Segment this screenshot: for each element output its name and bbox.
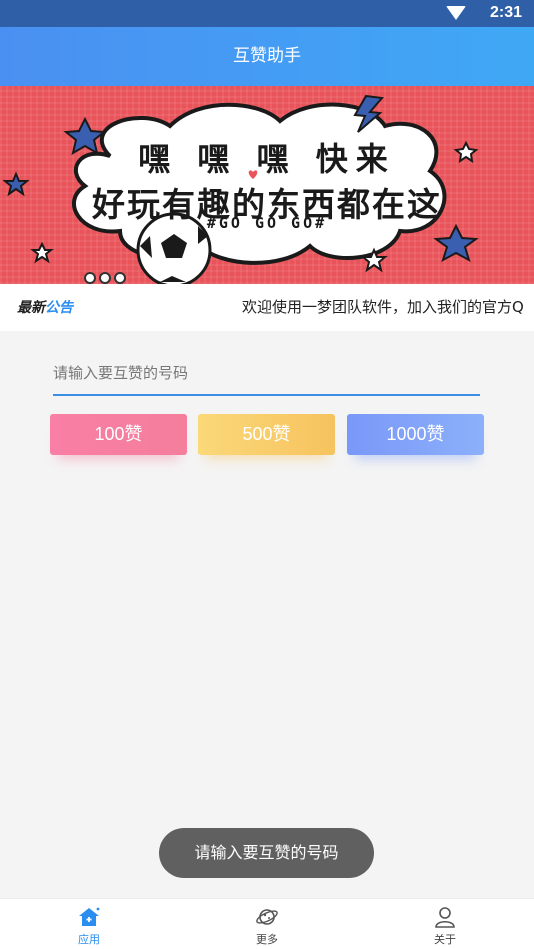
promo-banner[interactable]: 嘿 嘿 嘿 快来 好玩有趣的东西都在这 #GO GO GO# — [0, 86, 534, 284]
tab-label: 关于 — [434, 933, 456, 946]
toast-message: 请输入要互赞的号码 — [159, 828, 374, 878]
tab-more[interactable]: 更多 — [178, 899, 356, 949]
tab-label: 更多 — [256, 933, 278, 946]
number-input[interactable] — [53, 355, 480, 391]
wifi-icon — [446, 6, 466, 20]
announcement-tag: 最新公告 — [17, 297, 73, 317]
user-icon — [435, 907, 455, 928]
like-100-button[interactable]: 100赞 — [50, 414, 187, 455]
planet-icon — [256, 909, 278, 925]
announcement-tag-new: 最新 — [17, 300, 45, 316]
like-1000-button[interactable]: 1000赞 — [347, 414, 484, 455]
page-title: 互赞助手 — [233, 46, 301, 66]
home-icon — [79, 907, 100, 926]
announcement-tag-notice: 公告 — [45, 300, 73, 316]
like-500-button[interactable]: 500赞 — [198, 414, 335, 455]
app-bar: 互赞助手 — [0, 27, 534, 86]
status-bar: 2:31 — [0, 0, 534, 27]
banner-tagline: #GO GO GO# — [206, 214, 328, 232]
star-icon — [30, 241, 54, 264]
tab-label: 应用 — [78, 933, 100, 946]
tab-about[interactable]: 关于 — [356, 899, 534, 949]
announcement-message: 欢迎使用一梦团队软件，加入我们的官方Q — [242, 298, 524, 316]
announcement-bar[interactable]: 最新公告 欢迎使用一梦团队软件，加入我们的官方Q — [0, 284, 534, 331]
bottom-tab-bar: 应用 更多 关于 — [0, 898, 534, 949]
tab-apps[interactable]: 应用 — [0, 899, 178, 949]
pager-dot[interactable] — [99, 272, 111, 284]
pager-dot[interactable] — [84, 272, 96, 284]
status-time: 2:31 — [489, 4, 522, 21]
pager-dot[interactable] — [114, 272, 126, 284]
number-input-wrapper — [53, 355, 480, 396]
banner-headline: 嘿 嘿 嘿 快来 — [138, 140, 396, 178]
banner-pager — [84, 269, 129, 284]
